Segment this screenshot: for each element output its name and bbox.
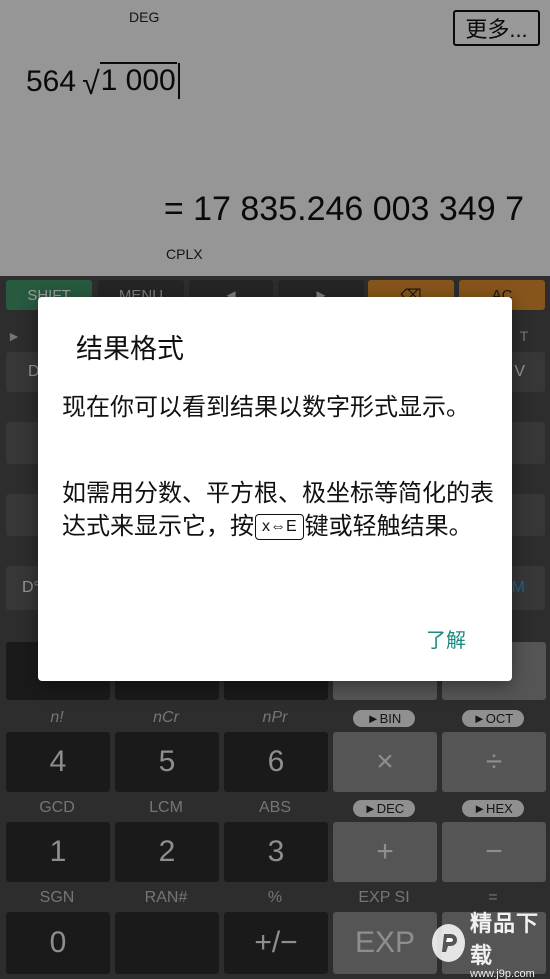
x-e-key-chip: x⇔E: [255, 514, 304, 540]
instruction-text-after: 键或轻触结果。: [304, 513, 473, 540]
result-format-dialog: 结果格式 现在你可以看到结果以数字形式显示。 如需用分数、平方根、极坐标等简化的…: [38, 297, 512, 681]
got-it-button[interactable]: 了解: [426, 624, 466, 653]
watermark: 精品下载 www.j9p.com: [432, 911, 550, 979]
dialog-instruction: 如需用分数、平方根、极坐标等简化的表达式来显示它，按 x⇔E 键或轻触结果。: [62, 477, 502, 543]
watermark-url: www.j9p.com: [470, 968, 535, 979]
dialog-title: 结果格式: [76, 334, 184, 364]
watermark-logo-icon: [432, 924, 466, 962]
watermark-text: 精品下载: [470, 911, 540, 968]
dialog-message: 现在你可以看到结果以数字形式显示。: [62, 394, 470, 421]
